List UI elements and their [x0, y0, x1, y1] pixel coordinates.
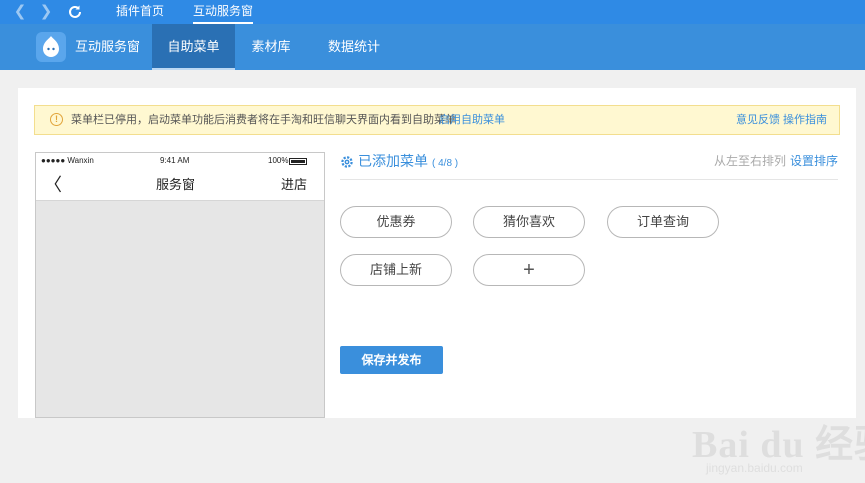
menu-item-guess-you-like[interactable]: 猜你喜欢 — [473, 206, 585, 238]
app-logo-icon — [36, 32, 66, 62]
menu-item-coupon[interactable]: 优惠券 — [340, 206, 452, 238]
tab-interactive-service[interactable]: 互动服务窗 — [193, 0, 254, 24]
added-menu-title: 已添加菜单 ( 4/8 ) — [358, 152, 458, 173]
watermark-title: Bai du 经验 — [692, 424, 865, 466]
menu-count: ( 4/8 ) — [432, 158, 459, 169]
back-arrow-icon[interactable]: ❮ — [12, 2, 28, 22]
guide-link[interactable]: 操作指南 — [783, 106, 827, 134]
watermark-url: jingyan.baidu.com — [706, 461, 803, 475]
main-panel: ! 菜单栏已停用，启动菜单功能后消费者将在手淘和旺信聊天界面内看到自助菜单 启用… — [18, 88, 865, 475]
save-publish-button[interactable]: 保存并发布 — [340, 346, 443, 374]
clock-label: 9:41 AM — [160, 156, 190, 165]
enable-menu-link[interactable]: 启用自助菜单 — [439, 106, 505, 134]
phone-preview: ●●●●● Wanxin 9:41 AM 100% 〈 服务窗 进店 — [35, 152, 325, 418]
forward-arrow-icon[interactable]: ❯ — [38, 2, 54, 22]
battery-icon — [289, 158, 307, 165]
carrier-label: ●●●●● Wanxin — [41, 156, 94, 165]
notice-text: 菜单栏已停用，启动菜单功能后消费者将在手淘和旺信聊天界面内看到自助菜单 — [71, 114, 456, 126]
set-sort-link[interactable]: 设置排序 — [790, 152, 838, 170]
app-header: 互动服务窗 自助菜单 素材库 数据统计 — [0, 24, 865, 70]
menu-header: 已添加菜单 ( 4/8 ) 从左至右排列 设置排序 — [340, 152, 838, 180]
watermark-logo: Bai du 经验 jingyan.baidu.com — [684, 413, 865, 483]
phone-back-icon[interactable]: 〈 — [44, 169, 62, 201]
tab-material-library[interactable]: 素材库 — [235, 24, 307, 70]
feedback-link[interactable]: 意见反馈 — [736, 106, 780, 134]
tab-self-service-menu[interactable]: 自助菜单 — [152, 24, 235, 70]
phone-title: 服务窗 — [156, 177, 196, 192]
browser-toolbar: ❮ ❯ 插件首页 互动服务窗 — [0, 0, 865, 24]
sort-hint: 从左至右排列 — [714, 154, 787, 168]
menu-item-new-arrivals[interactable]: 店铺上新 — [340, 254, 452, 286]
added-menu-title-text: 已添加菜单 — [358, 153, 428, 169]
phone-status-bar: ●●●●● Wanxin 9:41 AM 100% — [36, 153, 324, 169]
enter-shop-button[interactable]: 进店 — [281, 169, 307, 201]
phone-nav-bar: 〈 服务窗 进店 — [36, 169, 324, 201]
tab-plugin-home[interactable]: 插件首页 — [116, 0, 164, 24]
tab-data-statistics[interactable]: 数据统计 — [307, 24, 401, 70]
add-menu-button[interactable]: + — [473, 254, 585, 286]
notice-banner: ! 菜单栏已停用，启动菜单功能后消费者将在手淘和旺信聊天界面内看到自助菜单 启用… — [34, 105, 840, 135]
battery-label: 100% — [268, 156, 289, 165]
menu-item-order-query[interactable]: 订单查询 — [607, 206, 719, 238]
refresh-icon[interactable] — [66, 3, 84, 21]
app-name: 互动服务窗 — [75, 39, 141, 54]
gear-icon — [341, 156, 353, 168]
info-icon: ! — [50, 113, 63, 126]
